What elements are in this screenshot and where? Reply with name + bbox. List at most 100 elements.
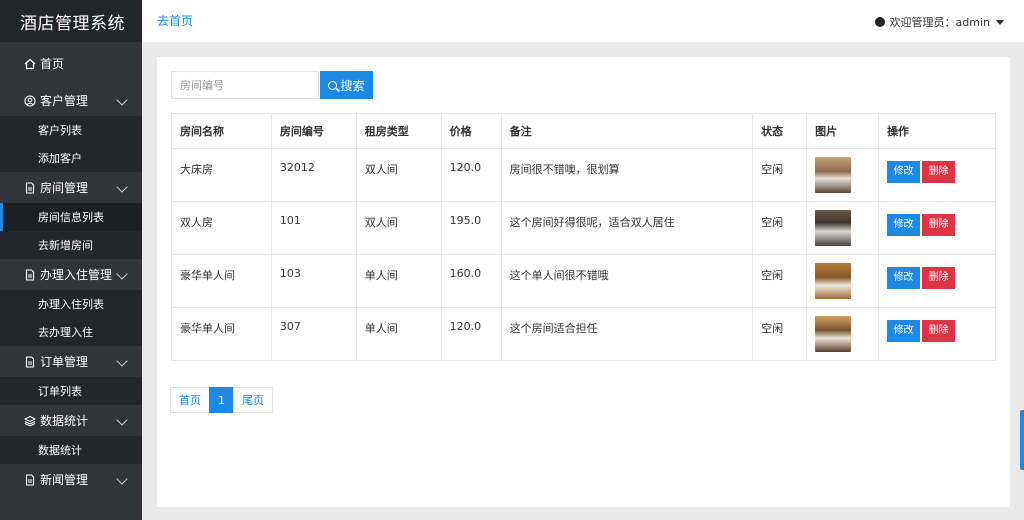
nav-sub-room-list[interactable]: 房间信息列表 xyxy=(0,203,142,231)
nav-sub-add-room[interactable]: 去新增房间 xyxy=(0,231,142,259)
cell-note: 这个房间适合担任 xyxy=(500,307,754,361)
table-row: 豪华单人间 103 单人间 160.0 这个单人间很不错哦 空闲 修改 删除 xyxy=(171,254,996,308)
col-header-price: 价格 xyxy=(440,113,502,149)
cell-note: 房间很不错噢，很划算 xyxy=(500,148,754,202)
user-menu[interactable]: 欢迎管理员：admin xyxy=(874,14,1004,30)
delete-button[interactable]: 删除 xyxy=(922,267,956,289)
sidebar: 酒店管理系统 首页 客户管理 客户列表 添加客户 房间管理 房间信息列表 去新增… xyxy=(0,0,142,520)
side-scroll-tab[interactable] xyxy=(1020,410,1024,470)
last-page-link[interactable]: 尾页 xyxy=(233,387,273,413)
table-header-row: 房间名称 房间编号 租房类型 价格 备注 状态 图片 操作 xyxy=(171,113,996,149)
chevron-down-icon xyxy=(116,94,128,106)
nav-item-news[interactable]: 新闻管理 xyxy=(0,464,142,495)
chevron-down-icon xyxy=(116,355,128,367)
welcome-text: 欢迎管理员：admin xyxy=(889,16,990,29)
home-icon xyxy=(24,58,36,70)
chevron-down-icon xyxy=(116,181,128,193)
cell-price: 160.0 xyxy=(440,254,502,308)
cell-room-name: 豪华单人间 xyxy=(171,254,272,308)
cell-status: 空闲 xyxy=(752,307,808,361)
nav-rooms-label: 房间管理 xyxy=(40,181,89,195)
document-icon xyxy=(24,181,36,194)
cell-room-number: 32012 xyxy=(270,148,357,202)
search-icon xyxy=(328,80,338,90)
nav-item-checkin[interactable]: 办理入住管理 xyxy=(0,259,142,290)
chevron-down-icon xyxy=(116,414,128,426)
first-page-link[interactable]: 首页 xyxy=(170,387,210,413)
cell-rent-type: 双人间 xyxy=(355,148,442,202)
go-home-link[interactable]: 去首页 xyxy=(157,12,193,29)
layers-icon xyxy=(24,415,36,427)
nav-orders-label: 订单管理 xyxy=(40,355,89,369)
nav-checkin-label: 办理入住管理 xyxy=(40,268,113,282)
nav-sub-customer-list[interactable]: 客户列表 xyxy=(0,116,142,144)
document-icon xyxy=(24,355,36,368)
edit-button[interactable]: 修改 xyxy=(887,214,921,236)
room-photo xyxy=(815,210,852,246)
room-table: 房间名称 房间编号 租房类型 价格 备注 状态 图片 操作 大床房 32012 … xyxy=(171,113,996,361)
col-header-room-number: 房间编号 xyxy=(270,113,357,149)
cell-room-number: 103 xyxy=(270,254,357,308)
cell-price: 120.0 xyxy=(440,307,502,361)
col-header-status: 状态 xyxy=(752,113,808,149)
nav-group-home: 首页 xyxy=(0,42,142,85)
col-header-room-name: 房间名称 xyxy=(171,113,272,149)
user-circle-icon xyxy=(24,94,36,107)
delete-button[interactable]: 删除 xyxy=(922,161,956,183)
cell-room-number: 307 xyxy=(270,307,357,361)
search-button-label: 搜索 xyxy=(340,78,365,93)
col-header-actions: 操作 xyxy=(878,113,996,149)
nav-sub-add-customer[interactable]: 添加客户 xyxy=(0,144,142,172)
cell-room-name: 双人房 xyxy=(171,201,272,255)
current-page[interactable]: 1 xyxy=(209,387,234,413)
nav-sub-order-list[interactable]: 订单列表 xyxy=(0,377,142,405)
nav-news-label: 新闻管理 xyxy=(40,473,89,487)
nav-sub-do-checkin[interactable]: 去办理入住 xyxy=(0,318,142,346)
cell-room-number: 101 xyxy=(270,201,357,255)
chevron-down-icon xyxy=(116,268,128,280)
main-panel: 搜索 房间名称 房间编号 租房类型 价格 备注 状态 图片 操作 大床房 320… xyxy=(157,57,1010,507)
user-icon xyxy=(874,17,885,27)
cell-status: 空闲 xyxy=(752,254,808,308)
col-header-note: 备注 xyxy=(500,113,754,149)
nav-statistics-label: 数据统计 xyxy=(40,414,89,428)
caret-down-icon xyxy=(996,19,1004,25)
cell-rent-type: 单人间 xyxy=(355,307,442,361)
cell-status: 空闲 xyxy=(752,148,808,202)
cell-note: 这个房间好得很呢，适合双人居住 xyxy=(500,201,754,255)
document-icon xyxy=(24,473,36,486)
chevron-down-icon xyxy=(116,473,128,485)
cell-rent-type: 双人间 xyxy=(355,201,442,255)
brand-title: 酒店管理系统 xyxy=(0,0,142,42)
nav-sub-statistics[interactable]: 数据统计 xyxy=(0,436,142,464)
search-button[interactable]: 搜索 xyxy=(320,71,373,99)
topbar: 去首页 欢迎管理员：admin xyxy=(142,0,1024,42)
edit-button[interactable]: 修改 xyxy=(887,267,921,289)
nav-item-customers[interactable]: 客户管理 xyxy=(0,85,142,116)
cell-status: 空闲 xyxy=(752,201,808,255)
nav-item-rooms[interactable]: 房间管理 xyxy=(0,172,142,203)
col-header-image: 图片 xyxy=(806,113,880,149)
edit-button[interactable]: 修改 xyxy=(887,161,921,183)
room-photo xyxy=(815,157,852,193)
cell-room-name: 大床房 xyxy=(171,148,272,202)
edit-button[interactable]: 修改 xyxy=(887,320,921,342)
nav-customers-label: 客户管理 xyxy=(40,94,89,108)
nav-sub-checkin-list[interactable]: 办理入住列表 xyxy=(0,290,142,318)
document-icon xyxy=(24,268,36,281)
table-row: 双人房 101 双人间 195.0 这个房间好得很呢，适合双人居住 空闲 修改删… xyxy=(171,201,996,255)
cell-room-name: 豪华单人间 xyxy=(171,307,272,361)
table-row: 大床房 32012 双人间 120.0 房间很不错噢，很划算 空闲 修改 删除 xyxy=(171,148,996,202)
delete-button[interactable]: 删除 xyxy=(922,214,956,236)
cell-price: 120.0 xyxy=(440,148,502,202)
nav-item-home[interactable]: 首页 xyxy=(0,48,142,79)
room-number-search-input[interactable] xyxy=(171,71,319,99)
table-row: 豪华单人间 307 单人间 120.0 这个房间适合担任 空闲 修改 删除 xyxy=(171,307,996,361)
pagination: 首页 1 尾页 xyxy=(170,387,273,413)
room-photo xyxy=(815,316,852,352)
delete-button[interactable]: 删除 xyxy=(922,320,956,342)
cell-note: 这个单人间很不错哦 xyxy=(500,254,754,308)
nav-item-orders[interactable]: 订单管理 xyxy=(0,346,142,377)
nav-item-statistics[interactable]: 数据统计 xyxy=(0,405,142,436)
col-header-rent-type: 租房类型 xyxy=(355,113,442,149)
